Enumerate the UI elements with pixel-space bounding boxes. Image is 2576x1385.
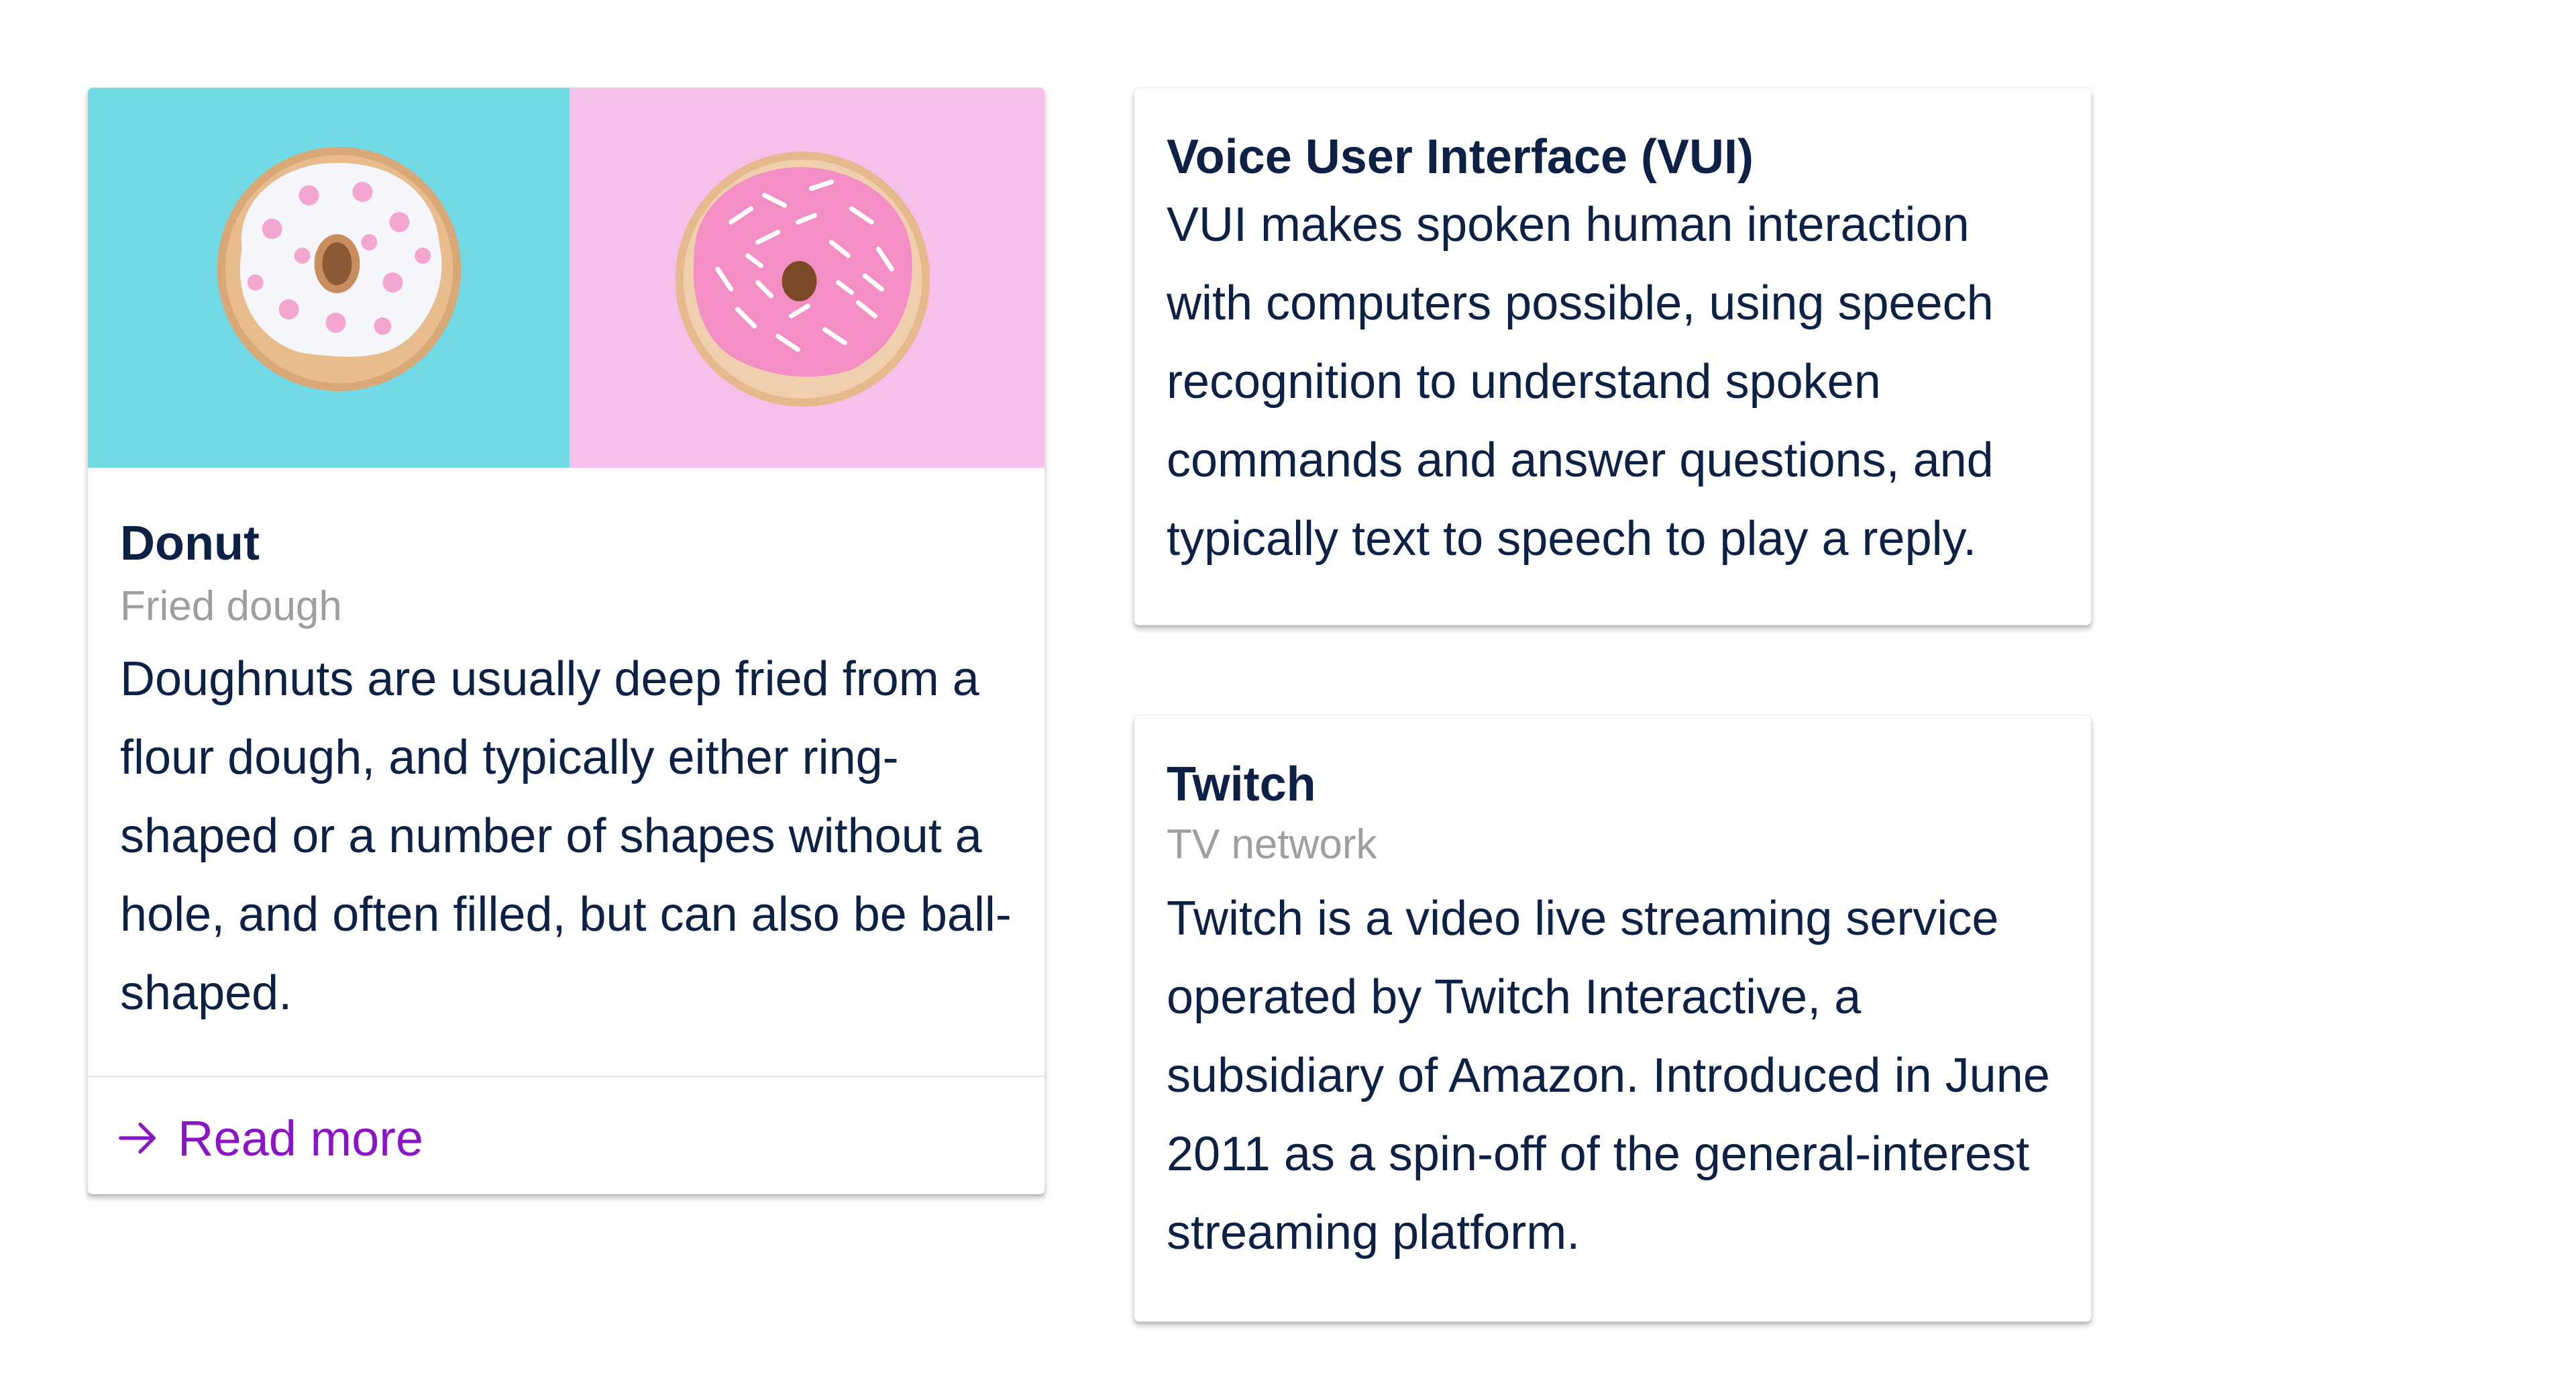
read-more-label: Read more <box>178 1110 424 1166</box>
card-title: Twitch <box>1167 758 1316 811</box>
card-actions: Read more <box>115 1101 423 1175</box>
card-text: Doughnuts are usually deep fried from a … <box>120 652 1012 1021</box>
twitch-card: Twitch TV network Twitch is a video live… <box>1134 715 2092 1322</box>
read-more-link[interactable]: Read more <box>115 1110 423 1167</box>
card-title: Voice User Interface (VUI) <box>1167 130 1754 184</box>
vui-card: Voice User Interface (VUI) VUI makes spo… <box>1134 87 2092 625</box>
card-divider <box>88 1076 1044 1077</box>
card-subtitle: Fried dough <box>120 583 342 630</box>
card-title: Donut <box>120 517 260 570</box>
card-subtitle: TV network <box>1167 821 1377 868</box>
arrow-right-icon <box>119 1122 156 1154</box>
card-text: Twitch is a video live streaming service… <box>1167 892 2050 1260</box>
donut-image <box>88 88 1044 468</box>
card-text: VUI makes spoken human interaction with … <box>1167 198 1994 566</box>
donut-card: Donut Fried dough Doughnuts are usually … <box>87 87 1045 1194</box>
